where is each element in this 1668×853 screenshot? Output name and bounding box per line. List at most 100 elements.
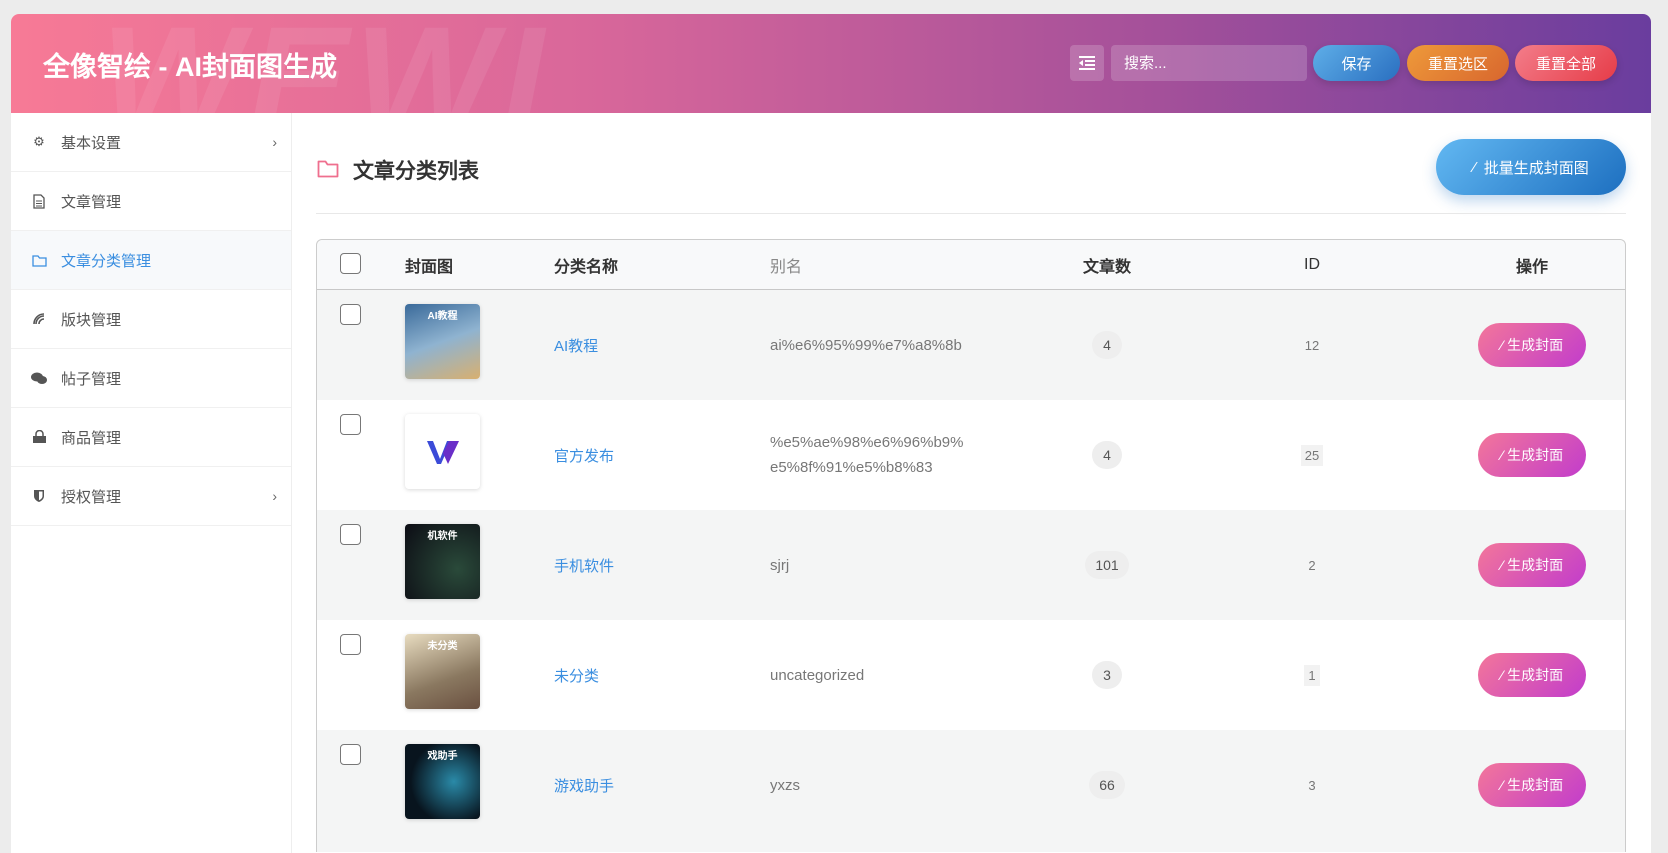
column-id: ID — [1304, 256, 1320, 273]
folder-icon — [31, 252, 47, 268]
thumbnail-caption: 未分类 — [427, 641, 458, 652]
reset-selection-button[interactable]: 重置选区 — [1407, 45, 1509, 81]
shopping-bag-icon — [31, 429, 47, 445]
batch-generate-button[interactable]: ⁄ 批量生成封面图 — [1436, 139, 1626, 195]
indent-icon — [1079, 56, 1095, 70]
row-checkbox[interactable] — [340, 634, 361, 655]
alias-text: sjrj — [770, 556, 790, 574]
column-count: 文章数 — [1082, 259, 1131, 276]
category-name-link[interactable]: 手机软件 — [554, 510, 614, 620]
row-checkbox[interactable] — [340, 414, 361, 435]
shield-icon — [31, 488, 47, 504]
sidebar-item-label: 文章管理 — [61, 193, 122, 211]
column-alias: 别名 — [770, 259, 803, 276]
menu-toggle-button[interactable] — [1070, 45, 1104, 81]
magic-wand-icon: ⁄ — [1500, 777, 1504, 793]
article-count: 66 — [1057, 730, 1157, 840]
magic-wand-icon: ⁄ — [1473, 158, 1476, 176]
sidebar-item-categories[interactable]: 文章分类管理 — [11, 231, 291, 290]
signal-icon — [31, 311, 47, 327]
article-count: 3 — [1057, 620, 1157, 730]
folder-icon — [317, 160, 339, 178]
count-badge: 4 — [1092, 331, 1122, 359]
sidebar-item-label: 帖子管理 — [61, 370, 122, 388]
category-name-link[interactable]: 未分类 — [554, 620, 599, 730]
sidebar-item-articles[interactable]: 文章管理 — [11, 172, 291, 231]
column-cover: 封面图 — [405, 259, 454, 276]
sidebar-item-license[interactable]: 授权管理 › — [11, 467, 291, 526]
generate-cover-button[interactable]: ⁄ 生成封面 — [1478, 543, 1586, 587]
save-button[interactable]: 保存 — [1313, 45, 1400, 81]
row-checkbox[interactable] — [340, 304, 361, 325]
magic-wand-icon: ⁄ — [1500, 447, 1504, 463]
sidebar-item-label: 基本设置 — [61, 134, 122, 152]
count-badge: 66 — [1089, 771, 1125, 799]
action-cell: ⁄ 生成封面 — [1477, 510, 1587, 620]
alias-text: uncategorized — [770, 666, 865, 684]
column-name: 分类名称 — [554, 259, 619, 276]
gear-icon: ⚙ — [33, 134, 45, 149]
category-id: 3 — [1262, 730, 1362, 840]
count-badge: 4 — [1092, 441, 1122, 469]
id-text: 1 — [1304, 664, 1320, 686]
table-row: 机软件 手机软件 sjrj 101 2 ⁄ 生成封面 — [317, 510, 1625, 620]
batch-generate-label: 批量生成封面图 — [1483, 159, 1589, 177]
reset-all-button[interactable]: 重置全部 — [1515, 45, 1617, 81]
table-row: 官方发布 %e5%ae%98%e6%96%b9%e5%8f%91%e5%b8%8… — [317, 400, 1625, 510]
sidebar-item-label: 授权管理 — [61, 488, 122, 506]
category-table: 封面图 分类名称 别名 文章数 ID 操作 AI教程 AI教程 ai%e6%95… — [316, 239, 1626, 852]
chevron-right-icon: › — [272, 488, 277, 504]
cover-thumbnail: 机软件 — [405, 524, 480, 599]
generate-cover-button[interactable]: ⁄ 生成封面 — [1478, 653, 1586, 697]
sidebar-item-label: 版块管理 — [61, 311, 122, 329]
sidebar-item-products[interactable]: 商品管理 — [11, 408, 291, 467]
category-name-link[interactable]: 游戏助手 — [554, 730, 614, 840]
generate-cover-button[interactable]: ⁄ 生成封面 — [1478, 323, 1586, 367]
column-action: 操作 — [1515, 259, 1548, 276]
category-id: 1 — [1262, 620, 1362, 730]
generate-cover-label: 生成封面 — [1507, 337, 1564, 353]
table-row: 未分类 未分类 uncategorized 3 1 ⁄ 生成封面 — [317, 620, 1625, 730]
page-title: 文章分类列表 — [353, 160, 479, 183]
category-id: 25 — [1262, 400, 1362, 510]
sidebar: ⚙ 基本设置 › 文章管理 文章分类管理 版块管理 帖子管理 商品管理 授权管理 › — [11, 113, 292, 853]
category-alias: ai%e6%95%99%e7%a8%8b — [770, 290, 970, 400]
row-checkbox[interactable] — [340, 524, 361, 545]
table-row — [317, 840, 1625, 852]
cover-thumbnail — [405, 414, 480, 489]
alias-text: ai%e6%95%99%e7%a8%8b — [770, 336, 962, 354]
count-badge: 3 — [1092, 661, 1122, 689]
category-name-link[interactable]: AI教程 — [554, 290, 598, 400]
generate-cover-button[interactable]: ⁄ 生成封面 — [1478, 763, 1586, 807]
category-id: 2 — [1262, 510, 1362, 620]
id-text: 12 — [1304, 337, 1320, 353]
id-text: 3 — [1308, 777, 1316, 793]
cover-thumbnail: 未分类 — [405, 634, 480, 709]
count-badge: 101 — [1085, 551, 1129, 579]
search-input[interactable] — [1111, 45, 1307, 81]
category-alias: sjrj — [770, 510, 970, 620]
sidebar-item-posts[interactable]: 帖子管理 — [11, 349, 291, 408]
category-alias: %e5%ae%98%e6%96%b9%e5%8f%91%e5%b8%83 — [770, 400, 970, 510]
category-name-link[interactable]: 官方发布 — [554, 400, 614, 510]
id-text: 25 — [1300, 444, 1324, 466]
sidebar-item-label: 商品管理 — [61, 429, 122, 447]
row-checkbox[interactable] — [340, 744, 361, 765]
magic-wand-icon: ⁄ — [1500, 337, 1504, 353]
thumbnail-caption: 戏助手 — [427, 751, 458, 762]
thumbnail-caption: AI教程 — [427, 311, 458, 322]
sidebar-item-label: 文章分类管理 — [61, 252, 152, 270]
article-count: 101 — [1057, 510, 1157, 620]
generate-cover-label: 生成封面 — [1507, 667, 1564, 683]
generate-cover-button[interactable]: ⁄ 生成封面 — [1478, 433, 1586, 477]
cover-thumbnail: 戏助手 — [405, 744, 480, 819]
logo-icon — [426, 441, 459, 464]
sidebar-item-sections[interactable]: 版块管理 — [11, 290, 291, 349]
table-row: 戏助手 游戏助手 yxzs 66 3 ⁄ 生成封面 — [317, 730, 1625, 840]
article-count: 4 — [1057, 400, 1157, 510]
select-all-checkbox[interactable] — [340, 253, 361, 274]
magic-wand-icon: ⁄ — [1500, 557, 1504, 573]
alias-text: %e5%ae%98%e6%96%b9%e5%8f%91%e5%b8%83 — [770, 434, 964, 476]
id-text: 2 — [1308, 557, 1316, 573]
sidebar-item-basic-settings[interactable]: ⚙ 基本设置 › — [11, 113, 291, 172]
